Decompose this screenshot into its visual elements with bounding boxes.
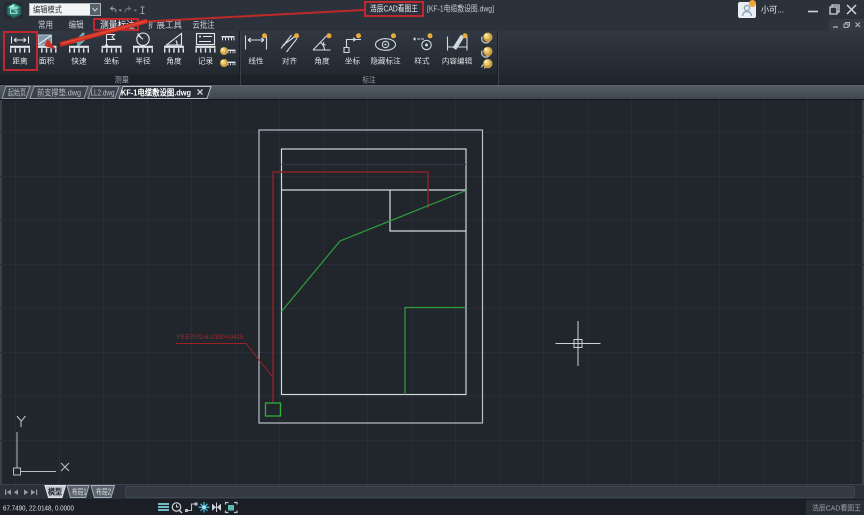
svg-text:模型: 模型 (48, 487, 62, 497)
svg-text:布局2: 布局2 (96, 487, 111, 497)
svg-text:67.7490, 22.0148, 0.0000: 67.7490, 22.0148, 0.0000 (3, 504, 74, 513)
svg-text:F9-E7F02-6-1/100Y-0425: F9-E7F02-6-1/100Y-0425 (177, 334, 244, 341)
svg-text:浩辰CAD看图王: 浩辰CAD看图王 (812, 503, 861, 513)
svg-text:布局1: 布局1 (72, 487, 87, 497)
